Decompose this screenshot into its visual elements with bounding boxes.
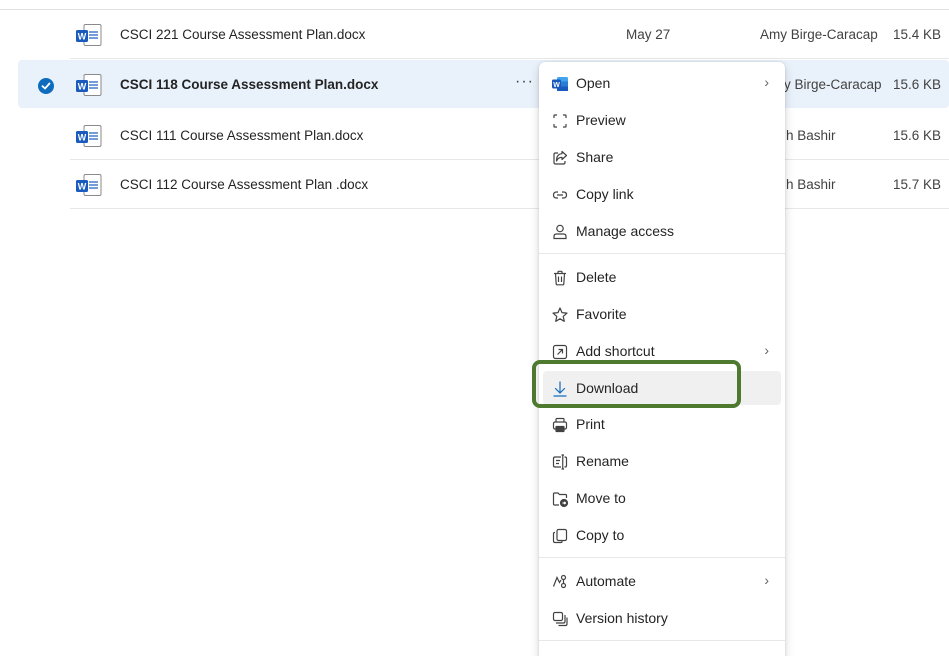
modified-by: y Birge-Caracap (784, 77, 882, 92)
svg-text:W: W (78, 32, 87, 42)
menu-item-copy-to[interactable]: Copy to (543, 518, 781, 552)
menu-item-share[interactable]: Share (543, 140, 781, 174)
menu-item-copy-link[interactable]: Copy link (543, 177, 781, 211)
star-icon (551, 306, 569, 324)
chevron-right-icon: › (764, 342, 769, 358)
table-row[interactable]: W CSCI 112 Course Assessment Plan .docx … (0, 160, 949, 209)
menu-item-label: Delete (576, 269, 617, 285)
file-name[interactable]: CSCI 118 Course Assessment Plan.docx (120, 77, 378, 92)
menu-item-print[interactable]: Print (543, 407, 781, 441)
menu-item-label: Move to (576, 490, 626, 506)
trash-icon (551, 269, 569, 287)
download-highlight-box (532, 360, 741, 408)
word-icon: W (551, 75, 569, 93)
menu-item-move-to[interactable]: Move to (543, 481, 781, 515)
share-icon (551, 149, 569, 167)
menu-item-rename[interactable]: Rename (543, 444, 781, 478)
file-name[interactable]: CSCI 221 Course Assessment Plan.docx (120, 27, 365, 42)
history-icon (551, 610, 569, 628)
shortcut-icon (551, 343, 569, 361)
table-row-selected[interactable]: W CSCI 118 Course Assessment Plan.docx ·… (18, 60, 949, 108)
word-doc-icon: W (76, 74, 102, 96)
menu-divider (539, 253, 785, 254)
menu-item-automate[interactable]: Automate › (543, 564, 781, 598)
menu-item-label: Copy link (576, 186, 634, 202)
menu-item-favorite[interactable]: Favorite (543, 297, 781, 331)
file-name[interactable]: CSCI 111 Course Assessment Plan.docx (120, 128, 363, 143)
row-divider (70, 208, 949, 209)
menu-item-label: Print (576, 416, 605, 432)
automate-icon (551, 573, 569, 591)
print-icon (551, 416, 569, 434)
menu-divider (539, 557, 785, 558)
menu-item-manage-access[interactable]: Manage access (543, 214, 781, 248)
file-size: 15.4 KB (893, 27, 942, 42)
menu-item-version-history[interactable]: Version history (543, 601, 781, 635)
modified-date: May 27 (626, 27, 671, 42)
menu-item-label: Manage access (576, 223, 675, 239)
preview-icon (551, 112, 569, 130)
menu-item-open[interactable]: W Open › (543, 66, 781, 100)
menu-item-label: Version history (576, 610, 668, 626)
row-divider (70, 58, 949, 59)
context-menu: W Open › Preview Share Copy link Manage … (539, 62, 785, 656)
menu-item-label: Copy to (576, 527, 625, 543)
table-row[interactable]: W CSCI 221 Course Assessment Plan.docx M… (0, 10, 949, 59)
copy-icon (551, 527, 569, 545)
more-options-icon[interactable]: ··· (515, 73, 534, 91)
menu-divider (539, 640, 785, 641)
menu-item-preview[interactable]: Preview (543, 103, 781, 137)
file-size: 15.6 KB (893, 77, 942, 92)
modified-by: h Bashir (786, 128, 836, 143)
word-doc-icon: W (76, 24, 102, 46)
checkmark-icon[interactable] (38, 78, 54, 94)
file-size: 15.6 KB (893, 128, 942, 143)
svg-text:W: W (78, 82, 87, 92)
svg-text:W: W (78, 182, 87, 192)
rename-icon (551, 453, 569, 471)
person-icon (551, 223, 569, 241)
move-icon (551, 490, 569, 508)
svg-text:W: W (78, 133, 87, 143)
modified-by: Amy Birge-Caracap (760, 27, 878, 42)
menu-item-label: Open (576, 75, 611, 91)
file-size: 15.7 KB (893, 177, 942, 192)
menu-item-delete[interactable]: Delete (543, 260, 781, 294)
menu-item-label: Share (576, 149, 614, 165)
chevron-right-icon: › (764, 74, 769, 90)
link-icon (551, 186, 569, 204)
word-doc-icon: W (76, 174, 102, 196)
word-doc-icon: W (76, 125, 102, 147)
file-name[interactable]: CSCI 112 Course Assessment Plan .docx (120, 177, 368, 192)
modified-by: h Bashir (786, 177, 836, 192)
menu-item-label: Favorite (576, 306, 627, 322)
table-row[interactable]: W CSCI 111 Course Assessment Plan.docx h… (0, 111, 949, 160)
menu-item-label: Preview (576, 112, 626, 128)
menu-item-label: Add shortcut (576, 343, 655, 359)
menu-item-label: Rename (576, 453, 629, 469)
chevron-right-icon: › (764, 572, 769, 588)
svg-text:W: W (553, 82, 560, 89)
menu-item-label: Automate (576, 573, 636, 589)
